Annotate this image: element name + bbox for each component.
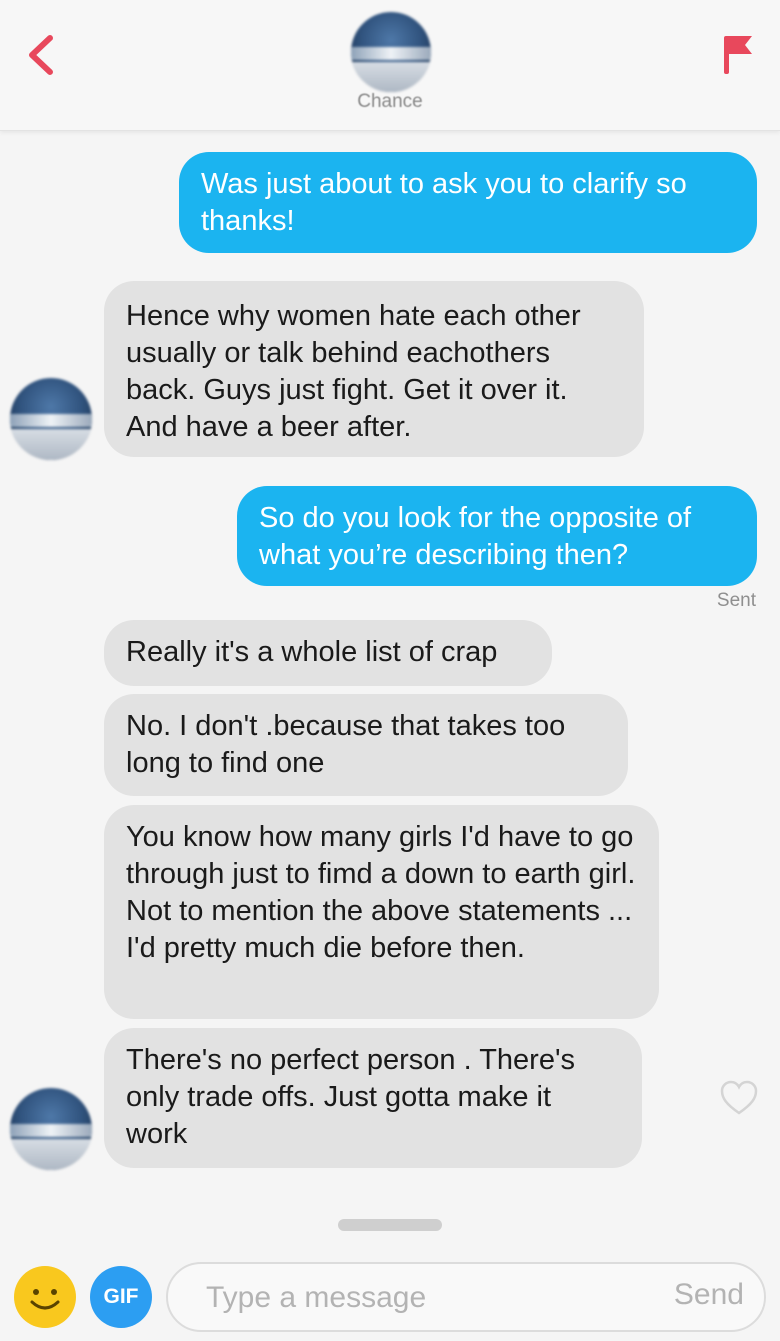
message-bubble-received[interactable]: Hence why women hate each other usually … — [104, 281, 644, 457]
contact-name[interactable]: Chance — [0, 91, 780, 113]
message-input[interactable] — [204, 1272, 648, 1324]
flag-icon — [724, 36, 752, 74]
report-button[interactable] — [718, 30, 758, 80]
scroll-indicator — [338, 1219, 442, 1231]
back-button[interactable] — [22, 30, 62, 80]
message-bubble-received[interactable]: You know how many girls I'd have to go t… — [104, 805, 659, 1019]
emoji-button[interactable] — [14, 1266, 76, 1328]
message-bubble-received[interactable]: There's no perfect person . There's only… — [104, 1028, 642, 1168]
sender-avatar[interactable] — [10, 1088, 92, 1170]
like-button[interactable] — [720, 1080, 758, 1116]
message-bubble-received[interactable]: Really it's a whole list of crap — [104, 620, 552, 686]
message-composer: GIF Send — [0, 1250, 780, 1341]
message-bubble-received[interactable]: No. I don't .because that takes too long… — [104, 694, 628, 796]
sent-status: Sent — [716, 590, 756, 611]
message-bubble-sent[interactable]: So do you look for the opposite of what … — [237, 486, 757, 586]
smiley-icon — [30, 1289, 60, 1310]
contact-avatar[interactable] — [351, 12, 431, 92]
gif-button[interactable]: GIF — [90, 1266, 152, 1328]
message-bubble-sent[interactable]: Was just about to ask you to clarify so … — [179, 152, 757, 253]
heart-icon — [720, 1080, 758, 1115]
chat-header: Chance — [0, 0, 780, 131]
chevron-left-icon — [29, 35, 53, 75]
message-input-container[interactable]: Send — [166, 1262, 766, 1332]
sender-avatar[interactable] — [10, 378, 92, 460]
send-button[interactable]: Send — [674, 1278, 744, 1312]
